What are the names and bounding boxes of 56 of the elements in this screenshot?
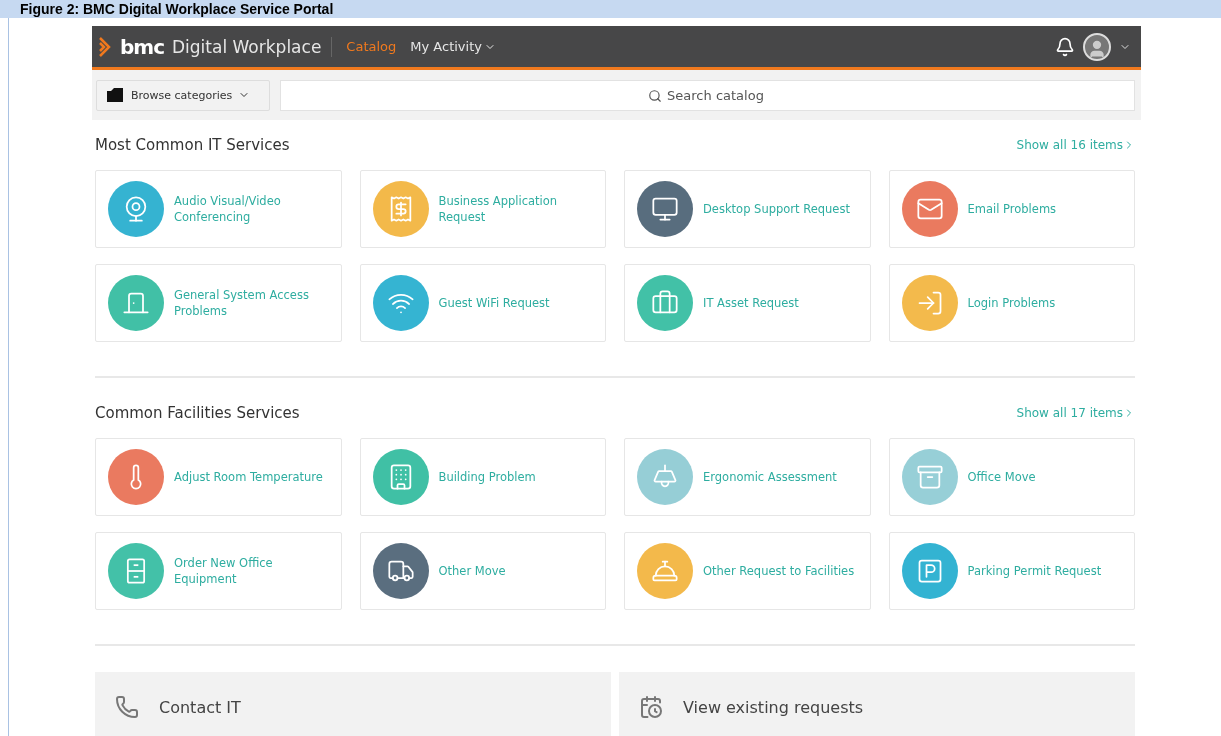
- service-title: Other Request to Facilities: [703, 563, 855, 579]
- service-title: Other Move: [438, 563, 506, 579]
- section-title: Common Facilities Services: [95, 404, 300, 422]
- search-field[interactable]: Search catalog: [280, 79, 1135, 111]
- figure-caption: Figure 2: BMC Digital Workplace Service Portal: [0, 0, 1221, 18]
- service-title: Office Move: [967, 469, 1036, 485]
- service-card[interactable]: Guest WiFi Request: [359, 264, 606, 342]
- service-title: Business Application Request: [438, 193, 559, 225]
- service-title: Order New Office Equipment: [174, 555, 274, 587]
- service-card[interactable]: Desktop Support Request: [624, 170, 871, 248]
- service-card[interactable]: Business Application Request: [359, 170, 606, 248]
- tile-label: Contact IT: [159, 697, 241, 717]
- service-card[interactable]: General System Access Problems: [95, 264, 342, 342]
- service-card[interactable]: Ergonomic Assessment: [624, 438, 871, 516]
- service-title: Ergonomic Assessment: [703, 469, 837, 485]
- service-title: Audio Visual/Video Conferencing: [174, 193, 282, 225]
- bell-icon[interactable]: [1055, 36, 1075, 57]
- service-title: Desktop Support Request: [703, 201, 850, 217]
- brand-name: bmc: [120, 34, 164, 59]
- nav-tab[interactable]: Catalog: [346, 39, 397, 54]
- show-all-link[interactable]: Show all 16 items: [1016, 138, 1135, 152]
- search-icon: [647, 88, 662, 103]
- calendar-icon: [639, 695, 663, 719]
- service-card[interactable]: Parking Permit Request: [888, 532, 1135, 610]
- service-card[interactable]: Building Problem: [359, 438, 606, 516]
- service-card[interactable]: Email Problems: [888, 170, 1135, 248]
- service-title: Building Problem: [438, 469, 536, 485]
- service-title: Login Problems: [967, 295, 1056, 311]
- phone-icon: [115, 695, 139, 719]
- service-card[interactable]: Audio Visual/Video Conferencing: [95, 170, 342, 248]
- service-card[interactable]: IT Asset Request: [624, 264, 871, 342]
- action-tile[interactable]: View existing requests: [619, 672, 1135, 736]
- monitor-icon: [651, 195, 679, 223]
- service-card[interactable]: Other Move: [359, 532, 606, 610]
- service-card[interactable]: Office Move: [888, 438, 1135, 516]
- service-card[interactable]: Adjust Room Temperature: [95, 438, 342, 516]
- action-tile[interactable]: Contact IT: [95, 672, 611, 736]
- service-title: General System Access Problems: [174, 287, 310, 319]
- service-title: Guest WiFi Request: [438, 295, 550, 311]
- logo-icon: [98, 35, 112, 58]
- product-name: Digital Workplace: [172, 36, 333, 57]
- service-card[interactable]: Order New Office Equipment: [95, 532, 342, 610]
- service-title: Email Problems: [967, 201, 1057, 217]
- service-card[interactable]: Login Problems: [888, 264, 1135, 342]
- service-card[interactable]: Other Request to Facilities: [624, 532, 871, 610]
- tile-label: View existing requests: [683, 697, 864, 717]
- tray-icon: [105, 88, 125, 102]
- section-title: Most Common IT Services: [95, 136, 290, 154]
- service-title: Adjust Room Temperature: [174, 469, 323, 485]
- archive-box-icon: [915, 463, 944, 491]
- show-all-link[interactable]: Show all 17 items: [1016, 406, 1135, 420]
- avatar[interactable]: [1083, 32, 1111, 61]
- service-title: IT Asset Request: [703, 295, 799, 311]
- service-title: Parking Permit Request: [967, 563, 1102, 579]
- browse-categories-button[interactable]: Browse categories: [96, 79, 270, 111]
- nav-tab[interactable]: My Activity: [410, 39, 496, 54]
